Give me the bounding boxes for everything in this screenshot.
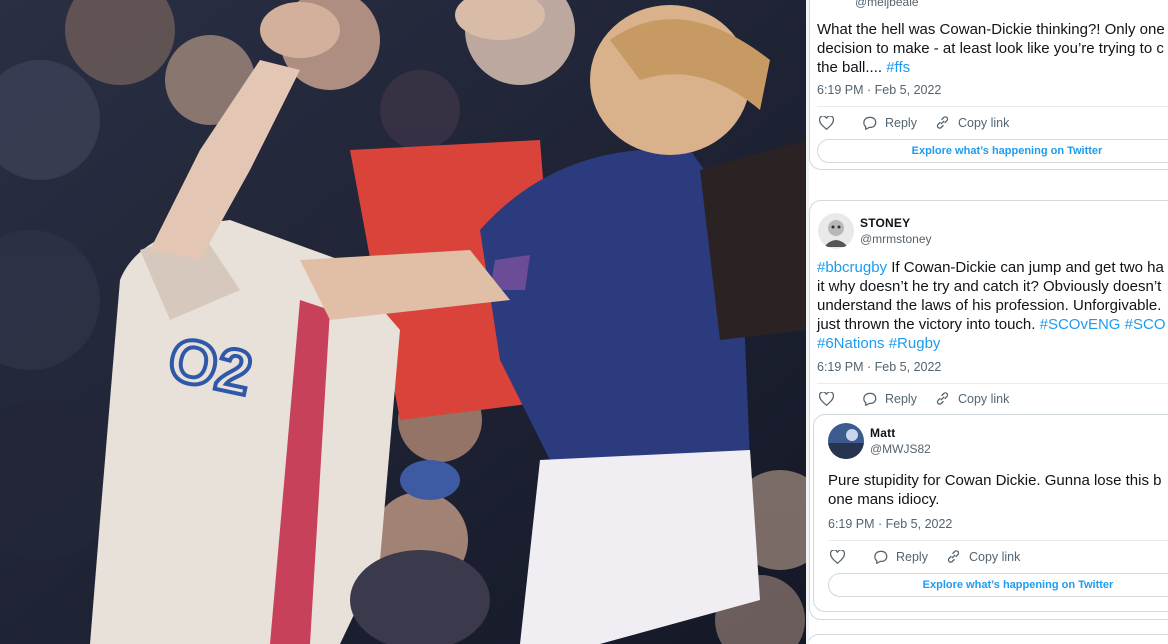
tweet-text-line: understand the laws of his profession. U… [817, 297, 1162, 314]
reply-label: Reply [896, 549, 928, 564]
tweet-text-line: the ball.... #ffs [817, 59, 911, 76]
tweet-text-line: #6Nations #Rugby [817, 334, 1166, 353]
tweet-username[interactable]: @meljbeale [855, 0, 919, 9]
heart-icon [819, 391, 834, 406]
hashtag[interactable]: #bbcrugby [817, 259, 887, 276]
reply-label: Reply [885, 115, 917, 130]
like-button[interactable] [830, 549, 853, 564]
tweet-timestamp[interactable]: 6:19 PM · Feb 5, 2022 [817, 83, 941, 97]
tweet-text: #bbcrugby If Cowan-Dickie can jump and g… [817, 258, 1166, 353]
tweet-card[interactable]: @meljbeale What the hell was Cowan-Dicki… [809, 0, 1168, 170]
avatar[interactable] [818, 213, 854, 249]
tweet-actions: Reply Copy link [819, 115, 1027, 130]
like-button[interactable] [819, 391, 842, 406]
tweet-username[interactable]: @mrmstoney [860, 231, 932, 247]
avatar-image [818, 213, 854, 249]
divider [817, 383, 1168, 384]
tweet-display-name[interactable]: STONEY [860, 215, 932, 231]
tweet-text: Pure stupidity for Cowan Dickie. Gunna l… [828, 471, 1162, 509]
tweet-text-line: one mans idiocy. [828, 491, 940, 508]
tweet-text-line: just thrown the victory into touch. #SCO… [817, 316, 1166, 333]
explore-button[interactable]: Explore what’s happening on Twitter [817, 139, 1168, 163]
tweet-timestamp[interactable]: 6:19 PM · Feb 5, 2022 [828, 517, 952, 531]
divider [828, 540, 1168, 541]
like-button[interactable] [819, 115, 842, 130]
copy-link-label: Copy link [957, 115, 1010, 130]
tweet-text-line: What the hell was Cowan-Dickie thinking?… [817, 21, 1165, 38]
tweet-actions: Reply Copy link [830, 549, 1038, 564]
tweet-timestamp[interactable]: 6:19 PM · Feb 5, 2022 [817, 360, 941, 374]
hashtag[interactable]: #ffs [886, 59, 910, 76]
tweet-feed: @meljbeale What the hell was Cowan-Dicki… [809, 0, 1168, 644]
tweet-text-line: it why doesn’t he try and catch it? Obvi… [817, 278, 1162, 295]
tweet-text-line: decision to make - at least look like yo… [817, 40, 1164, 57]
copy-link-label: Copy link [957, 391, 1010, 406]
copy-link-button[interactable]: Copy link [935, 115, 1009, 130]
reply-button[interactable]: Reply [862, 392, 917, 406]
tweet-username[interactable]: @MWJS82 [870, 441, 931, 457]
divider [817, 106, 1168, 107]
rugby-photo: O2 [0, 0, 806, 644]
link-icon [936, 392, 949, 405]
reply-button[interactable]: Reply [862, 116, 917, 130]
tweet-display-name[interactable]: Matt [870, 425, 931, 441]
hashtag[interactable]: #Rugby [889, 335, 941, 352]
avatar[interactable] [828, 423, 864, 459]
heart-icon [819, 115, 834, 130]
tweet-text-line: #bbcrugby If Cowan-Dickie can jump and g… [817, 259, 1164, 276]
reply-button[interactable]: Reply [873, 550, 928, 564]
tweet-actions: Reply Copy link [819, 391, 1027, 406]
next-tweet-card[interactable] [809, 634, 1168, 644]
tweet-author[interactable]: Matt @MWJS82 [828, 423, 931, 459]
reply-icon [863, 392, 877, 406]
copy-link-label: Copy link [968, 549, 1021, 564]
explore-button[interactable]: Explore what’s happening on Twitter [828, 573, 1168, 597]
avatar-image [828, 423, 864, 459]
hashtag[interactable]: #SCOvENG [1040, 316, 1121, 333]
tweet-text-line: Pure stupidity for Cowan Dickie. Gunna l… [828, 472, 1162, 489]
quoted-tweet[interactable]: Matt @MWJS82 Pure stupidity for Cowan Di… [813, 414, 1168, 612]
tweet-text: What the hell was Cowan-Dickie thinking?… [817, 20, 1165, 77]
tweet-author[interactable]: STONEY @mrmstoney [818, 213, 932, 249]
link-icon [947, 550, 960, 563]
reply-icon [874, 550, 888, 564]
copy-link-button[interactable]: Copy link [946, 549, 1020, 564]
tweet-card[interactable]: STONEY @mrmstoney #bbcrugby If Cowan-Dic… [809, 200, 1168, 620]
hashtag[interactable]: #SCO [1125, 316, 1166, 333]
copy-link-button[interactable]: Copy link [935, 391, 1009, 406]
reply-label: Reply [885, 391, 917, 406]
reply-icon [863, 116, 877, 130]
heart-icon [830, 549, 845, 564]
hashtag[interactable]: #6Nations [817, 335, 885, 352]
link-icon [936, 116, 949, 129]
